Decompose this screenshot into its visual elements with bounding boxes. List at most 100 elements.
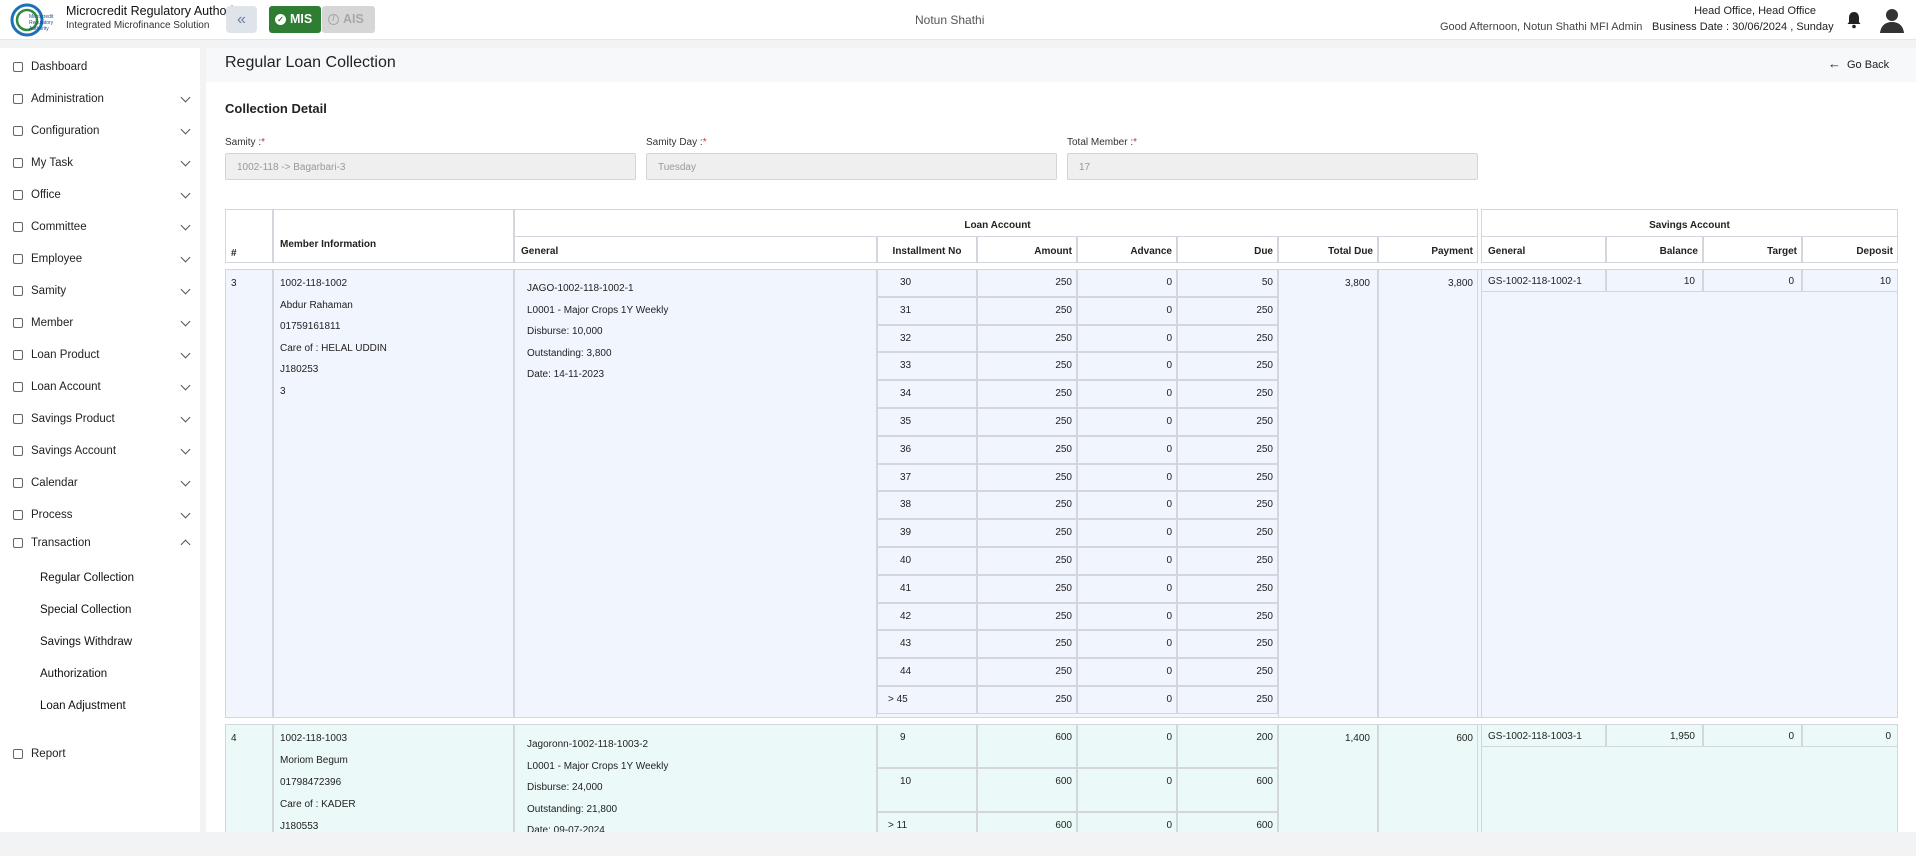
sidebar-item-calendar[interactable]: Calendar [0,472,200,494]
sidebar-subitem-special-collection[interactable]: Special Collection [40,604,131,616]
installment-amount-cell [977,724,1077,768]
sidebar-item-label: Dashboard [31,61,88,73]
sidebar-item-member[interactable]: Member [0,312,200,334]
mis-mode-button[interactable]: ✓ MIS [269,6,321,33]
installment-due-cell [1177,768,1278,812]
chevron-down-icon [180,124,191,135]
chevron-down-icon [180,92,191,103]
loan-info-line: Jagoronn-1002-118-1003-2 [527,739,649,750]
check-circle-icon: ✓ [275,14,286,25]
sidebar-item-employee[interactable]: Employee [0,248,200,270]
bell-icon[interactable] [1846,11,1862,29]
chevron-down-icon [180,316,191,327]
installment-due: 600 [1256,820,1273,831]
go-back-button[interactable]: ← Go Back [1828,56,1889,71]
chevron-down-icon [180,252,191,263]
installment-due: 250 [1256,360,1273,372]
sidebar-item-savings-product[interactable]: Savings Product [0,408,200,430]
document-icon [13,446,23,456]
document-icon [13,749,23,759]
header-hash: # [231,248,237,259]
page-header: Regular Loan Collection ← Go Back [206,48,1916,82]
sidebar-item-savings-account[interactable]: Savings Account [0,440,200,462]
sidebar-item-committee[interactable]: Committee [0,216,200,238]
member-info-line: Care of : HELAL UDDIN [280,342,387,354]
chevron-down-icon [180,220,191,231]
document-icon [13,538,23,548]
sidebar-item-label: Administration [31,93,104,105]
sidebar-item-label: Employee [31,253,83,265]
sidebar-subitem-authorization[interactable]: Authorization [40,668,107,680]
savings-deposit-input[interactable]: 0 [1591,731,1891,742]
sidebar-item-label: Savings Account [31,445,117,457]
chevron-down-icon [180,380,191,391]
sidebar-item-samity[interactable]: Samity [0,280,200,302]
installment-due: 250 [1256,582,1273,594]
sidebar-item-label: Savings Product [31,413,115,425]
loan-info-line: Outstanding: 3,800 [527,347,612,359]
sidebar-item-label: Report [31,748,66,760]
header-deposit: Deposit [1856,246,1893,257]
member-info-line: J180253 [280,364,319,375]
brand-title: Microcredit Regulatory Authority [66,4,244,18]
savings-deposit-input[interactable]: 10 [1591,276,1891,287]
sidebar-item-office[interactable]: Office [0,184,200,206]
sidebar-subitem-savings-withdraw[interactable]: Savings Withdraw [40,636,132,648]
sidebar-item-label: Configuration [31,125,100,137]
top-bar: Microcredit Regulatory Authority Microcr… [0,0,1916,40]
sidebar-item-label: Loan Account [31,381,101,393]
sidebar-item-loan-product[interactable]: Loan Product [0,344,200,366]
loan-info-line: Disburse: 24,000 [527,782,603,793]
sidebar-item-loan-account[interactable]: Loan Account [0,376,200,398]
sidebar-item-label: Member [31,317,74,329]
installment-due: 250 [1256,471,1273,483]
sidebar-item-my-task[interactable]: My Task [0,152,200,174]
total-member-label: Total Member :* [1067,137,1138,148]
sidebar-item-label: Process [31,509,73,521]
loan-info-line: JAGO-1002-118-1002-1 [527,283,634,294]
document-icon [13,414,23,424]
installment-due: 250 [1256,638,1273,650]
sidebar-item-report[interactable]: Report [0,743,200,765]
refresh-icon [13,158,23,168]
page-title: Regular Loan Collection [225,54,396,71]
chevron-up-icon [180,539,191,550]
sidebar-item-label: Samity [31,285,67,297]
sidebar-item-administration[interactable]: Administration [0,88,200,110]
chevron-down-icon [180,476,191,487]
sidebar-item-transaction[interactable]: Transaction [0,532,200,554]
installment-installment-cell [877,768,977,812]
document-icon [13,350,23,360]
org-name: Notun Shathi [915,13,985,27]
header-member-info: Member Information [280,239,377,250]
member-info-line: Moriom Begum [280,755,348,766]
sidebar-item-configuration[interactable]: Configuration [0,120,200,142]
samity-label: Samity :* [225,137,266,148]
ais-mode-button[interactable]: / AIS [322,6,375,33]
samity-day-input[interactable]: Tuesday [646,153,1057,180]
installment-advance-cell [1077,724,1177,768]
samity-input[interactable]: 1002-118 -> Bagarbari-3 [225,153,636,180]
document-icon [13,510,23,520]
loan-info-line: Outstanding: 21,800 [527,803,618,815]
header-cell-member-info [273,209,514,263]
sidebar-item-process[interactable]: Process [0,504,200,526]
main-content: Regular Loan Collection ← Go Back Collect… [206,48,1916,832]
installment-due: 250 [1256,388,1273,400]
chevron-down-icon [180,348,191,359]
sidebar-subitem-loan-adjustment[interactable]: Loan Adjustment [40,700,126,712]
collapse-sidebar-button[interactable]: « [226,6,257,33]
user-avatar-icon[interactable] [1878,6,1906,34]
member-info-line: Abdur Rahaman [280,299,353,311]
brand-subtitle: Integrated Microfinance Solution [66,20,210,31]
office-name: Head Office, Head Office [1694,5,1816,17]
sidebar-item-label: Office [31,189,61,201]
sidebar-item-dashboard[interactable]: Dashboard [0,56,200,78]
installment-due: 250 [1256,304,1273,316]
sidebar-subitem-regular-collection[interactable]: Regular Collection [40,572,134,584]
grid-icon [13,62,23,72]
total-member-input[interactable]: 17 [1067,153,1478,180]
member-number: 3 [231,278,237,289]
installment-advance-cell [1077,768,1177,812]
chevron-down-icon [180,188,191,199]
